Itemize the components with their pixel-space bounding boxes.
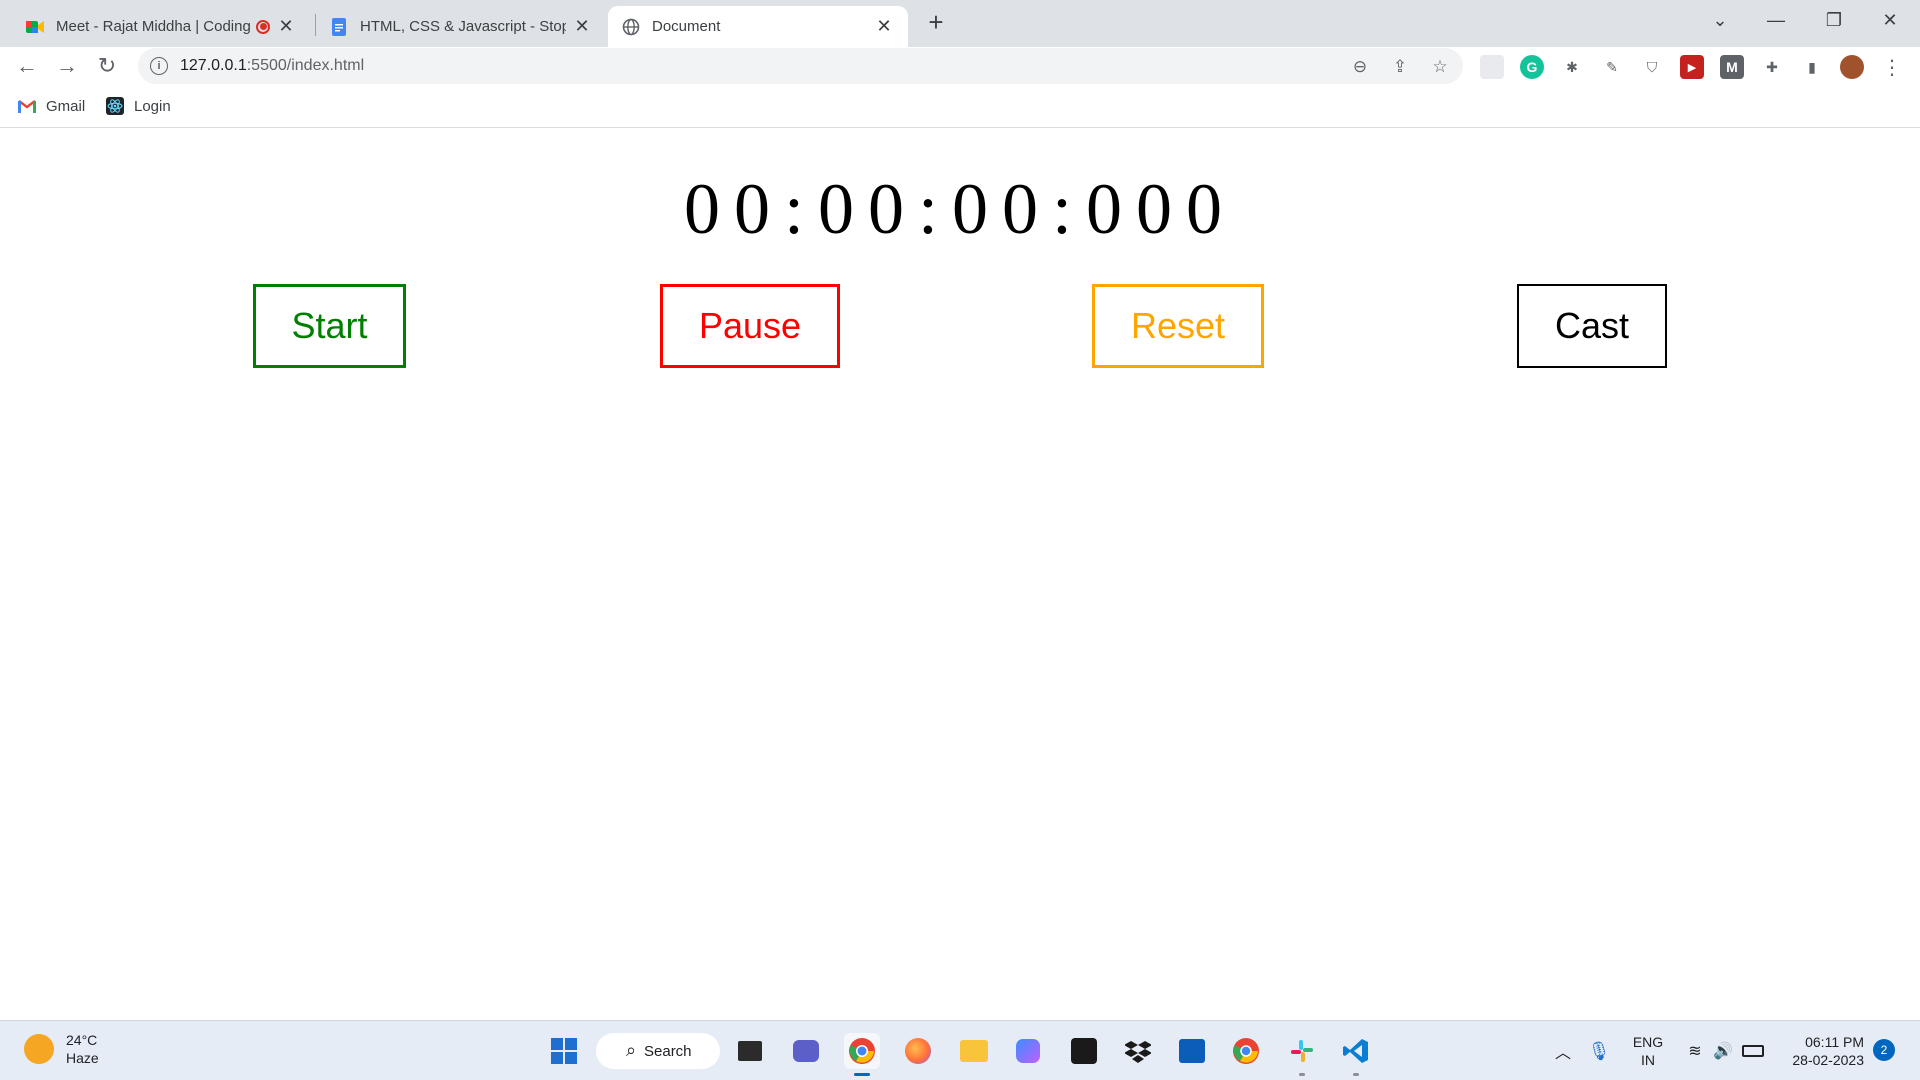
tab-strip: Meet - Rajat Middha | Coding ✕ HTML, CSS… — [0, 0, 1920, 47]
gmail-icon — [18, 97, 36, 115]
address-url: 127.0.0.1:5500/index.html — [180, 57, 365, 74]
bookmark-label: Login — [134, 97, 171, 115]
shield-icon[interactable]: ⛉ — [1640, 55, 1664, 79]
language-indicator[interactable]: ENG IN — [1628, 1033, 1668, 1069]
bookmarks-bar: Gmail Login — [0, 84, 1920, 128]
tab-title: HTML, CSS & Javascript - Stopwatch — [360, 18, 566, 35]
close-tab-icon[interactable]: ✕ — [874, 16, 894, 37]
notification-badge[interactable]: 2 — [1873, 1039, 1895, 1061]
predator-icon[interactable] — [1066, 1033, 1102, 1069]
bug-icon[interactable]: ✱ — [1560, 55, 1584, 79]
clock[interactable]: 06:11 PM 28-02-2023 — [1778, 1033, 1864, 1069]
stopwatch-display: 00:00:00:000 — [683, 169, 1236, 249]
bookmark-gmail[interactable]: Gmail — [18, 95, 85, 117]
copilot-icon[interactable] — [1010, 1033, 1046, 1069]
running-indicator — [854, 1073, 870, 1076]
m-extension-icon[interactable]: M — [1720, 55, 1744, 79]
taskbar-search[interactable]: ⌕ Search — [596, 1033, 720, 1069]
taskbar: 24°C Haze ⌕ Search ︿ 🎙 ENG IN ≋ 🔊 06:11 — [0, 1020, 1920, 1080]
puzzle-extensions-icon[interactable]: ✚ — [1760, 55, 1784, 79]
extension-blank-icon[interactable] — [1480, 55, 1504, 79]
task-view-icon[interactable] — [732, 1033, 768, 1069]
close-tab-icon[interactable]: ✕ — [276, 16, 296, 37]
teams-chat-icon[interactable] — [788, 1033, 824, 1069]
weather-temp: 24°C — [66, 1032, 98, 1048]
tab-title: Document — [652, 18, 721, 35]
new-tab-button[interactable]: + — [922, 7, 950, 37]
microsoft-store-icon[interactable] — [1174, 1033, 1210, 1069]
firefox-icon[interactable] — [900, 1033, 936, 1069]
chevron-up-icon[interactable]: ︿ — [1546, 1033, 1580, 1069]
eyedropper-icon[interactable]: ✎ — [1600, 55, 1624, 79]
google-docs-icon — [330, 17, 348, 36]
weather-widget[interactable]: 24°C Haze — [24, 1031, 99, 1067]
search-label: Search — [644, 1042, 692, 1060]
google-meet-icon — [26, 18, 44, 36]
wifi-icon[interactable]: ≋ — [1680, 1033, 1710, 1069]
browser-toolbar: ← → ↻ i 127.0.0.1:5500/index.html ⊖ ⇪ ☆ — [0, 47, 1920, 84]
bookmark-label: Gmail — [46, 97, 86, 115]
share-icon[interactable]: ⇪ — [1389, 56, 1411, 78]
tab-google-meet[interactable]: Meet - Rajat Middha | Coding ✕ — [12, 6, 310, 47]
dropbox-icon[interactable] — [1120, 1033, 1156, 1069]
battery-icon[interactable] — [1738, 1033, 1768, 1069]
reload-button[interactable]: ↻ — [92, 51, 122, 81]
search-icon: ⌕ — [626, 1040, 637, 1060]
close-tab-icon[interactable]: ✕ — [572, 16, 592, 37]
minimize-button[interactable]: — — [1748, 0, 1804, 40]
microphone-icon[interactable]: 🎙 — [1582, 1033, 1616, 1069]
tab-title: Meet - Rajat Middha | Coding — [56, 18, 251, 35]
reset-button[interactable]: Reset — [1092, 284, 1264, 368]
haze-weather-icon — [24, 1034, 54, 1064]
grammarly-icon[interactable]: G — [1520, 55, 1544, 79]
bookmark-login[interactable]: Login — [106, 95, 171, 117]
recording-icon — [256, 19, 270, 34]
profile-avatar[interactable] — [1840, 55, 1864, 79]
forward-button[interactable]: → — [52, 51, 82, 81]
restore-button[interactable]: ❐ — [1806, 0, 1862, 40]
running-indicator — [1353, 1073, 1359, 1076]
running-indicator — [1299, 1073, 1305, 1076]
weather-condition: Haze — [66, 1050, 99, 1066]
file-explorer-icon[interactable] — [956, 1033, 992, 1069]
react-icon — [106, 97, 124, 115]
chrome-taskbar-icon[interactable] — [844, 1033, 880, 1069]
cast-button[interactable]: Cast — [1517, 284, 1667, 368]
volume-icon[interactable]: 🔊 — [1708, 1033, 1738, 1069]
side-panel-icon[interactable]: ▮ — [1800, 55, 1824, 79]
page-content: 00:00:00:000 Start Pause Reset Cast — [0, 128, 1920, 1020]
tab-document[interactable]: Document ✕ — [608, 6, 908, 47]
tab-search-icon[interactable]: ⌄ — [1692, 0, 1748, 40]
pause-button[interactable]: Pause — [660, 284, 840, 368]
back-button[interactable]: ← — [12, 51, 42, 81]
globe-icon — [622, 18, 640, 36]
start-button[interactable]: Start — [253, 284, 406, 368]
zoom-icon[interactable]: ⊖ — [1349, 56, 1371, 78]
close-window-button[interactable]: ✕ — [1862, 0, 1918, 40]
chrome-profile-icon[interactable] — [1228, 1033, 1264, 1069]
address-bar[interactable]: i 127.0.0.1:5500/index.html ⊖ ⇪ ☆ — [138, 48, 1463, 84]
site-info-icon[interactable]: i — [150, 57, 168, 75]
tab-google-docs[interactable]: HTML, CSS & Javascript - Stopwatch ✕ — [316, 6, 606, 47]
bookmark-star-icon[interactable]: ☆ — [1429, 56, 1451, 78]
screen-recorder-icon[interactable]: ▶ — [1680, 55, 1704, 79]
slack-icon[interactable] — [1284, 1033, 1320, 1069]
vscode-icon[interactable] — [1338, 1033, 1374, 1069]
menu-kebab-icon[interactable]: ⋮ — [1880, 55, 1904, 79]
windows-start-icon[interactable] — [546, 1033, 582, 1069]
